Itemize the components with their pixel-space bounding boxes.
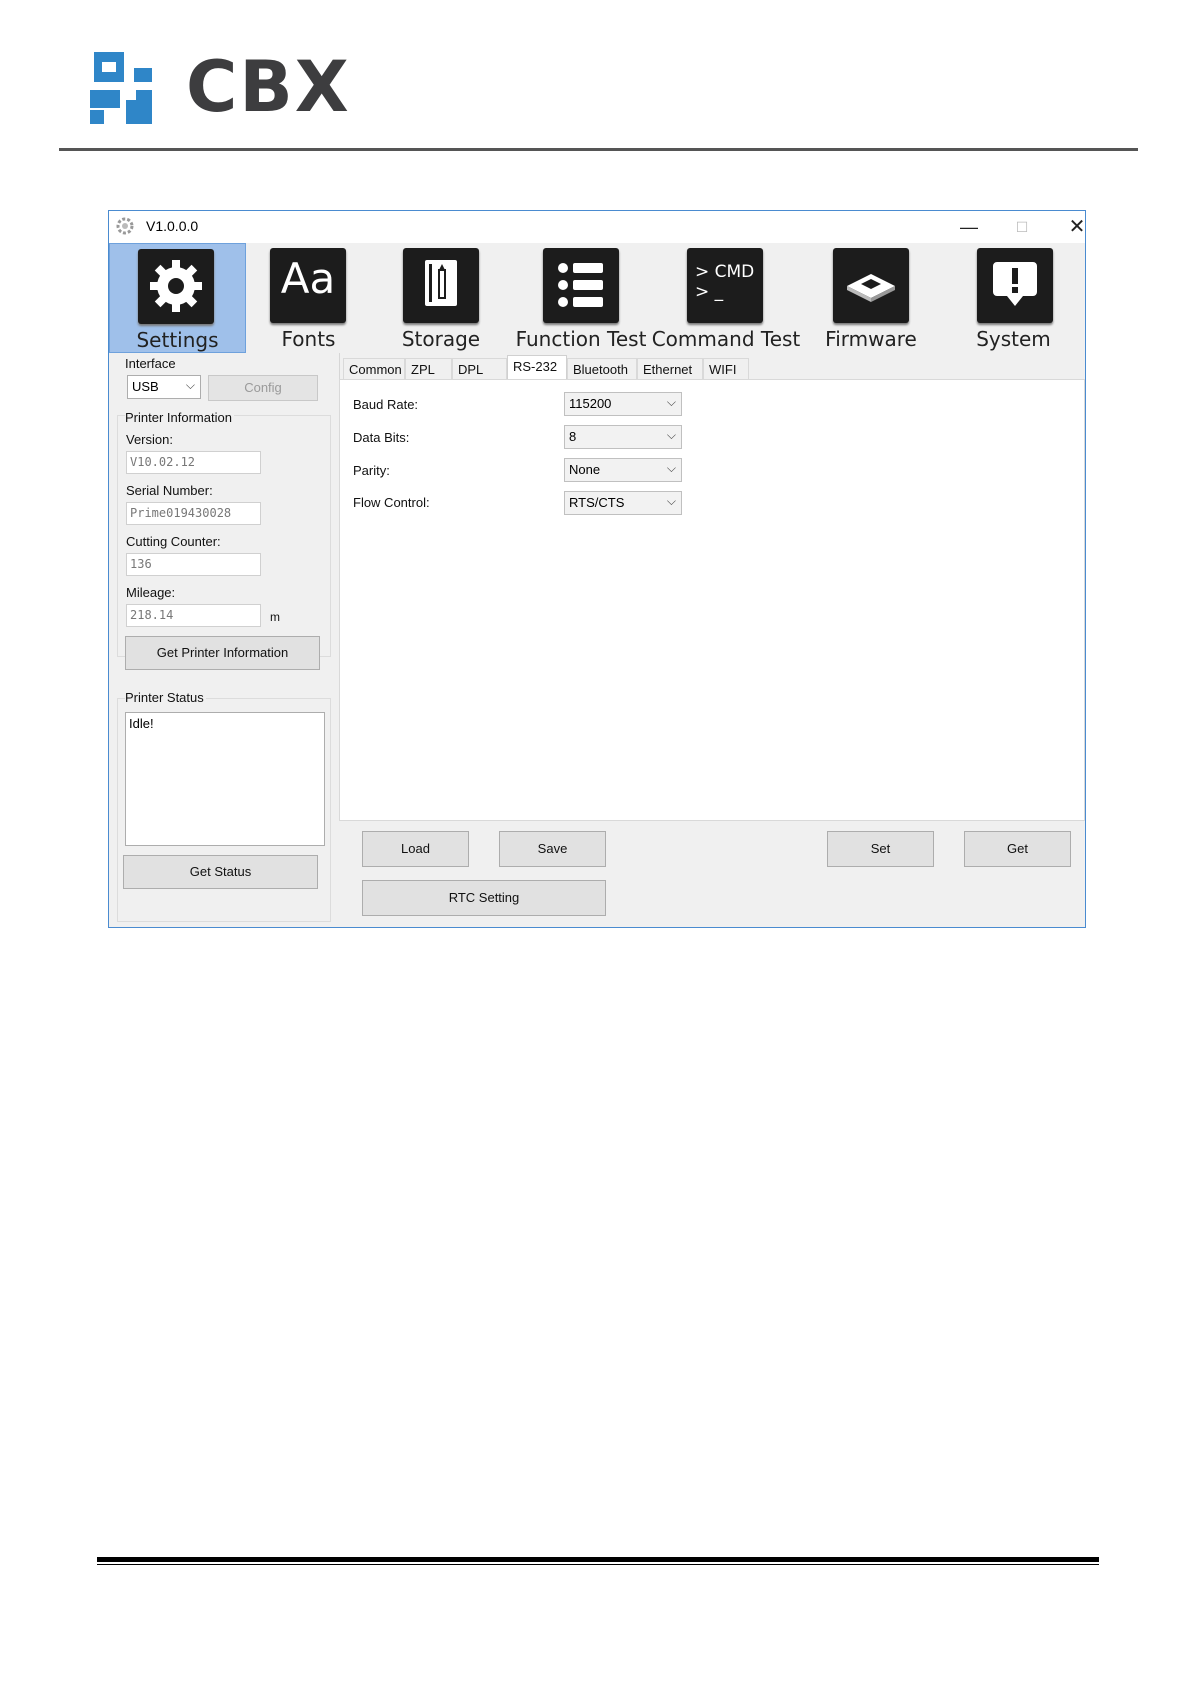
interface-label: Interface	[125, 356, 176, 371]
left-panel: Interface USB ⌵ Config Printer Informati…	[109, 353, 340, 927]
toolbar-label: Command Test	[651, 327, 801, 351]
chevron-down-icon: ⌵	[666, 395, 676, 409]
brand-wordmark: CBX	[186, 46, 351, 128]
alert-icon	[977, 248, 1053, 323]
fonts-glyph: Aa	[280, 254, 336, 303]
fonts-icon: Aa	[270, 248, 346, 323]
footer-rule	[97, 1557, 1099, 1562]
printer-status-label: Printer Status	[125, 690, 206, 705]
cutting-counter-field[interactable]: 136	[126, 553, 261, 576]
toolbar-label: Storage	[401, 327, 481, 351]
toolbar-command-test[interactable]: > CMD > _ Command Test	[651, 243, 801, 353]
set-button[interactable]: Set	[827, 831, 934, 867]
chip-icon	[833, 248, 909, 323]
toolbar-label: Function Test	[515, 327, 647, 351]
tab-zpl[interactable]: ZPL	[405, 358, 452, 379]
minimize-button[interactable]: —	[949, 213, 989, 241]
toolbar-label: Firmware	[825, 327, 917, 351]
toolbar-fonts[interactable]: Aa Fonts	[246, 243, 371, 353]
tab-common[interactable]: Common	[343, 358, 405, 379]
baud-rate-select[interactable]: 115200 ⌵	[564, 392, 682, 416]
serial-label: Serial Number:	[126, 483, 213, 498]
chevron-down-icon: ⌵	[666, 494, 676, 508]
storage-icon	[403, 248, 479, 323]
rs232-tab-page: Baud Rate: 115200 ⌵ Data Bits: 8 ⌵ Parit…	[339, 379, 1085, 821]
toolbar-system[interactable]: System	[941, 243, 1086, 353]
interface-value: USB	[132, 379, 159, 394]
flow-control-value: RTS/CTS	[569, 495, 625, 510]
cmd-glyph: > CMD > _	[695, 262, 755, 302]
chevron-down-icon: ⌵	[185, 378, 195, 392]
get-button[interactable]: Get	[964, 831, 1071, 867]
tab-wifi[interactable]: WIFI	[703, 358, 749, 379]
mileage-label: Mileage:	[126, 585, 176, 600]
app-window: V1.0.0.0 — ☐ ✕ Settings Aa Fonts Storage…	[108, 210, 1086, 928]
flow-control-select[interactable]: RTS/CTS ⌵	[564, 491, 682, 515]
rtc-setting-button[interactable]: RTC Setting	[362, 880, 606, 916]
toolbar-storage[interactable]: Storage	[371, 243, 511, 353]
parity-label: Parity:	[353, 463, 390, 478]
data-bits-label: Data Bits:	[353, 430, 410, 445]
save-button[interactable]: Save	[499, 831, 606, 867]
version-label: Version:	[126, 432, 173, 447]
close-button[interactable]: ✕	[1057, 213, 1097, 241]
get-status-button[interactable]: Get Status	[123, 855, 318, 889]
window-title: V1.0.0.0	[146, 218, 199, 234]
footer-rule-thin	[97, 1564, 1099, 1565]
toolbar-label: Fonts	[281, 327, 336, 351]
toolbar-label: System	[976, 327, 1051, 351]
header-rule	[59, 148, 1138, 151]
config-button[interactable]: Config	[208, 375, 318, 401]
app-gear-icon	[116, 217, 134, 235]
baud-rate-label: Baud Rate:	[353, 397, 419, 412]
parity-value: None	[569, 462, 601, 477]
tab-rs232[interactable]: RS-232	[507, 355, 567, 380]
mileage-unit: m	[270, 610, 280, 624]
logo-mark-icon	[90, 52, 152, 124]
mileage-field[interactable]: 218.14	[126, 604, 261, 627]
printer-info-label: Printer Information	[125, 410, 234, 425]
load-button[interactable]: Load	[362, 831, 469, 867]
cbx-logo: CBX	[90, 46, 350, 128]
cmd-icon: > CMD > _	[687, 248, 763, 323]
flow-control-label: Flow Control:	[353, 495, 430, 510]
settings-tabs: Common ZPL DPL RS-232 Bluetooth Ethernet…	[343, 355, 1083, 380]
printer-status-box[interactable]: Idle!	[125, 712, 325, 846]
tab-ethernet[interactable]: Ethernet	[637, 358, 703, 379]
action-bar: Load Save Set Get	[339, 821, 1085, 874]
version-field[interactable]: V10.02.12	[126, 451, 261, 474]
maximize-button[interactable]: ☐	[1002, 213, 1042, 241]
get-printer-info-button[interactable]: Get Printer Information	[125, 636, 320, 670]
toolbar-function-test[interactable]: Function Test	[511, 243, 651, 353]
data-bits-value: 8	[569, 429, 577, 444]
serial-field[interactable]: Prime019430028	[126, 502, 261, 525]
baud-rate-value: 115200	[569, 396, 612, 411]
toolbar-label: Settings	[136, 328, 219, 352]
main-toolbar: Settings Aa Fonts Storage Function Test …	[109, 243, 1085, 353]
parity-select[interactable]: None ⌵	[564, 458, 682, 482]
list-icon	[543, 248, 619, 323]
chevron-down-icon: ⌵	[666, 461, 676, 475]
rtc-bar: RTC Setting	[339, 873, 1085, 927]
data-bits-select[interactable]: 8 ⌵	[564, 425, 682, 449]
interface-select[interactable]: USB ⌵	[127, 375, 201, 399]
toolbar-firmware[interactable]: Firmware	[801, 243, 941, 353]
tab-bluetooth[interactable]: Bluetooth	[567, 358, 637, 379]
title-bar: V1.0.0.0 — ☐ ✕	[109, 211, 1085, 243]
right-panel: Common ZPL DPL RS-232 Bluetooth Ethernet…	[339, 353, 1085, 927]
chevron-down-icon: ⌵	[666, 428, 676, 442]
gear-icon	[138, 249, 214, 324]
toolbar-settings[interactable]: Settings	[109, 243, 246, 353]
tab-dpl[interactable]: DPL	[452, 358, 507, 379]
cutting-counter-label: Cutting Counter:	[126, 534, 221, 549]
